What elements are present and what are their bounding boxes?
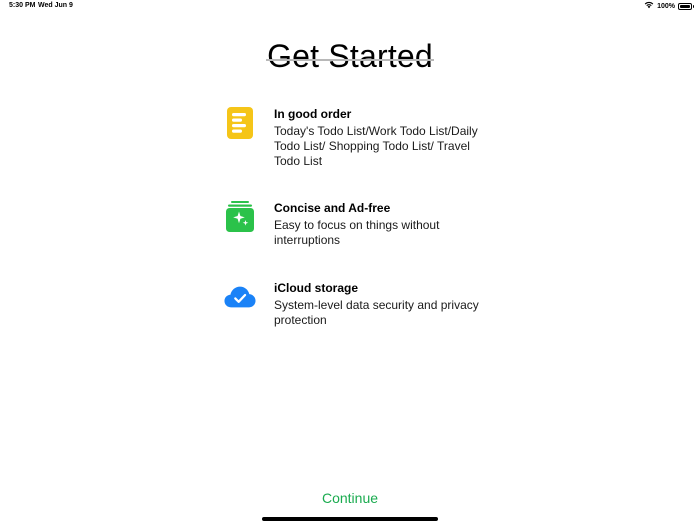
- icloud-check-icon: [224, 280, 256, 314]
- feature-description: Today's Todo List/Work Todo List/Daily T…: [274, 124, 478, 168]
- sparkle-stack-icon: [224, 200, 256, 234]
- list-doc-icon: [224, 106, 256, 140]
- feature-description: Easy to focus on things without interrup…: [274, 218, 440, 247]
- feature-concise-ad-free: Concise and Ad-free Easy to focus on thi…: [224, 200, 484, 248]
- feature-text: Concise and Ad-free Easy to focus on thi…: [274, 200, 484, 248]
- feature-title: In good order: [274, 107, 352, 121]
- continue-button[interactable]: Continue: [0, 490, 700, 506]
- title-divider: [266, 59, 434, 61]
- status-bar: 5:30 PM Wed Jun 9 100%: [0, 0, 700, 14]
- feature-description: System-level data security and privacy p…: [274, 298, 479, 327]
- battery-fill: [680, 4, 690, 8]
- feature-icloud-storage: iCloud storage System-level data securit…: [224, 280, 484, 328]
- wifi-icon: [644, 1, 654, 11]
- status-indicators: 100%: [644, 1, 694, 11]
- page-title: Get Started: [267, 38, 433, 75]
- onboarding-screen: 5:30 PM Wed Jun 9 100% Get Started In go…: [0, 0, 700, 525]
- battery-percentage: 100%: [657, 2, 675, 10]
- feature-title: Concise and Ad-free: [274, 201, 391, 215]
- home-indicator[interactable]: [262, 517, 438, 521]
- feature-text: iCloud storage System-level data securit…: [274, 280, 484, 328]
- status-date: Wed Jun 9: [38, 2, 73, 9]
- feature-title: iCloud storage: [274, 281, 359, 295]
- status-time: 5:30 PM: [9, 2, 36, 9]
- feature-in-good-order: In good order Today's Todo List/Work Tod…: [224, 106, 484, 169]
- feature-text: In good order Today's Todo List/Work Tod…: [274, 106, 484, 169]
- battery-icon: [678, 2, 694, 10]
